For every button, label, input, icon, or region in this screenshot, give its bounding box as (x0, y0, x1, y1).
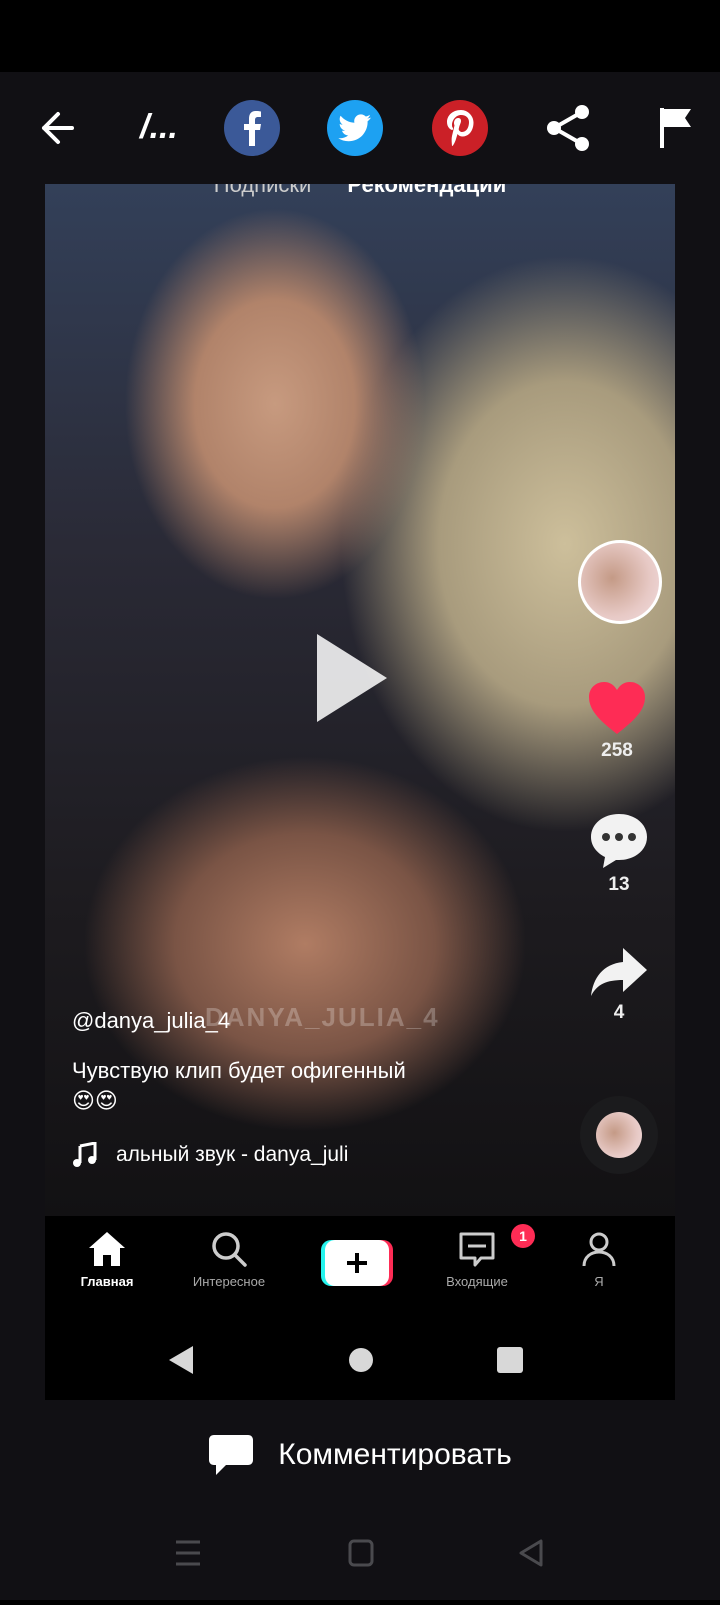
nav-discover-label: Интересное (192, 1274, 266, 1289)
nav-profile-label: Я (594, 1274, 604, 1289)
video-watermark: DANYA_JULIA_4 (205, 1002, 440, 1032)
share-icon[interactable] (540, 100, 596, 156)
tiktok-bottom-nav: Главная Интересное 1 Входящие Я (45, 1216, 675, 1316)
sound-info[interactable]: альный звук - danya_juli (72, 1142, 348, 1168)
nav-home-label: Главная (80, 1274, 134, 1289)
tab-for-you[interactable]: Рекомендации (347, 184, 506, 197)
nav-inbox[interactable]: 1 Входящие (427, 1224, 535, 1289)
comment-bar[interactable]: Комментировать (0, 1400, 720, 1510)
nav-discover[interactable]: Интересное (179, 1230, 279, 1289)
author-avatar[interactable] (578, 540, 662, 624)
nav-profile[interactable]: Я (549, 1230, 649, 1289)
flag-icon[interactable] (648, 100, 704, 156)
pinterest-icon[interactable] (432, 100, 488, 156)
status-bar (0, 0, 720, 72)
menu-icon[interactable] (176, 1540, 200, 1566)
back-triangle-icon[interactable] (519, 1539, 543, 1567)
home-square-icon[interactable] (348, 1539, 374, 1567)
disc-cover (596, 1112, 642, 1158)
video-caption: Чувствую клип будет офигенный 😍😍 (72, 1056, 552, 1116)
sound-label: альный звук - danya_juli (116, 1143, 349, 1166)
recorded-back-icon (169, 1346, 193, 1374)
share-arrow-icon[interactable] (589, 946, 649, 998)
play-icon[interactable] (317, 634, 387, 722)
search-icon (212, 1232, 247, 1267)
comment-count: 13 (608, 874, 630, 895)
video-author[interactable]: @danya_julia_4 (72, 1008, 230, 1034)
system-nav-bar (0, 1510, 720, 1600)
recorded-system-nav (45, 1316, 675, 1400)
facebook-icon[interactable] (224, 100, 280, 156)
share-count: 4 (613, 1002, 625, 1023)
caption-emoji: 😍😍 (72, 1088, 118, 1113)
inbox-icon (459, 1232, 495, 1267)
like-count: 258 (601, 740, 633, 761)
caption-text: Чувствую клип будет офигенный (72, 1058, 406, 1083)
video-player[interactable]: Подписки Рекомендации DANYA_JULIA_4 258 … (45, 184, 675, 1216)
music-disc[interactable] (580, 1096, 658, 1174)
profile-icon (582, 1232, 616, 1267)
back-arrow-icon[interactable] (28, 100, 84, 156)
music-note-icon (73, 1142, 97, 1167)
create-button[interactable] (321, 1240, 393, 1286)
recorded-home-icon (349, 1348, 373, 1372)
nav-home[interactable]: Главная (57, 1230, 157, 1289)
home-icon (89, 1232, 125, 1266)
app-bar: /... (0, 72, 720, 184)
recorded-recents-icon (497, 1347, 523, 1373)
nav-inbox-label: Входящие (446, 1274, 508, 1289)
tab-following[interactable]: Подписки (214, 184, 312, 197)
twitter-icon[interactable] (327, 100, 383, 156)
inbox-badge: 1 (511, 1224, 535, 1248)
comment-icon[interactable] (589, 810, 649, 870)
page-title: /... (140, 108, 178, 146)
heart-icon[interactable] (585, 676, 649, 740)
comment-bar-label: Комментировать (278, 1438, 512, 1471)
video-top-tabs: Подписки Рекомендации (45, 184, 675, 198)
speech-bubble-icon (209, 1435, 254, 1475)
